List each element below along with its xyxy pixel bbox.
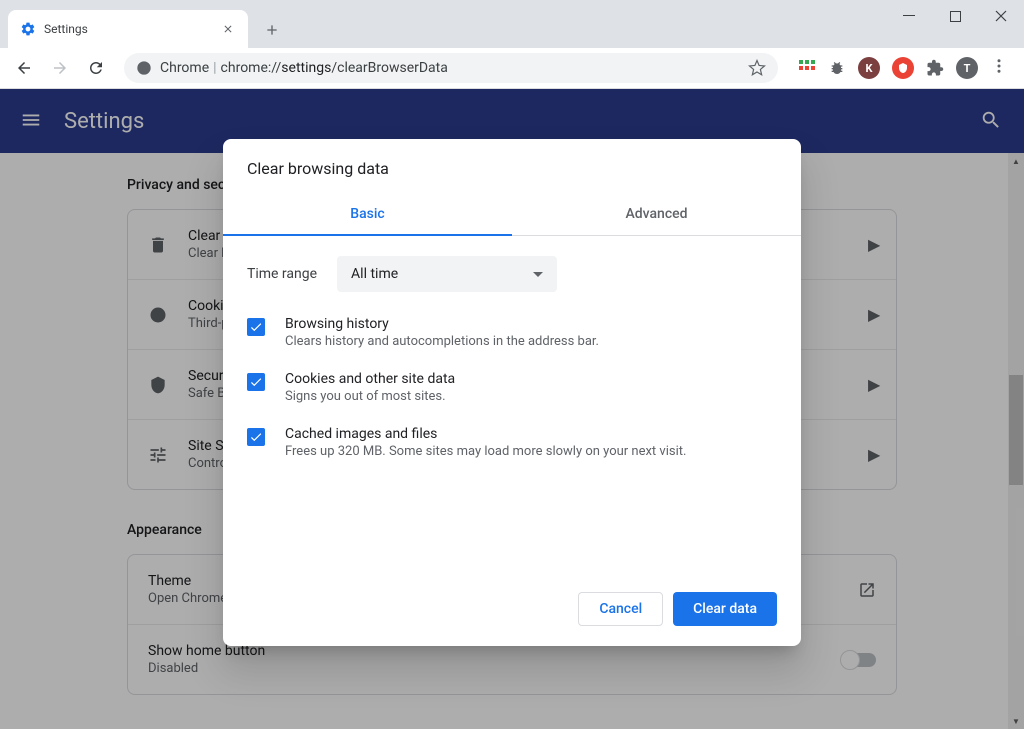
time-range-row: Time range All time <box>247 256 777 292</box>
omnibox-text: Chrome|chrome://settings/clearBrowserDat… <box>160 60 448 76</box>
time-range-label: Time range <box>247 266 317 282</box>
dialog-actions: Cancel Clear data <box>223 576 801 646</box>
clear-data-dialog: Clear browsing data Basic Advanced Time … <box>223 139 801 646</box>
dialog-title: Clear browsing data <box>223 139 801 194</box>
check-cache: Cached images and filesFrees up 320 MB. … <box>247 426 777 459</box>
browser-toolbar: Chrome|chrome://settings/clearBrowserDat… <box>0 48 1024 89</box>
extension-bug-icon[interactable] <box>828 59 846 77</box>
dropdown-arrow-icon <box>533 272 543 277</box>
window-controls <box>886 0 1024 48</box>
browser-titlebar: Settings <box>0 0 1024 48</box>
check-cookies: Cookies and other site dataSigns you out… <box>247 371 777 404</box>
check-browsing-history: Browsing historyClears history and autoc… <box>247 316 777 349</box>
cancel-button[interactable]: Cancel <box>578 592 663 626</box>
extension-k-icon[interactable]: K <box>858 57 880 79</box>
bookmark-star-icon[interactable] <box>748 59 766 77</box>
back-button[interactable] <box>8 52 40 84</box>
checkbox-cookies[interactable] <box>247 373 265 391</box>
settings-page: Settings Privacy and security Clear brow… <box>0 89 1024 729</box>
browser-menu-button[interactable] <box>990 57 1016 79</box>
extension-ublock-icon[interactable] <box>892 57 914 79</box>
profile-avatar[interactable]: T <box>956 57 978 79</box>
tab-advanced[interactable]: Advanced <box>512 194 801 235</box>
window-close-icon[interactable] <box>978 0 1024 32</box>
dialog-body: Time range All time Browsing historyClea… <box>223 236 801 576</box>
dialog-tabs: Basic Advanced <box>223 194 801 236</box>
settings-gear-icon <box>20 21 36 37</box>
window-minimize-icon[interactable] <box>886 0 932 32</box>
tab-basic[interactable]: Basic <box>223 194 512 236</box>
forward-button[interactable] <box>44 52 76 84</box>
new-tab-button[interactable] <box>258 16 286 44</box>
extensions-puzzle-icon[interactable] <box>926 59 944 77</box>
tab-title: Settings <box>44 22 212 36</box>
tab-close-icon[interactable] <box>220 21 236 37</box>
time-range-select[interactable]: All time <box>337 256 557 292</box>
extension-grid-icon[interactable] <box>798 59 816 77</box>
browser-tab[interactable]: Settings <box>8 10 248 48</box>
chrome-icon <box>136 60 152 76</box>
extension-icons: K T <box>790 57 986 79</box>
checkbox-cache[interactable] <box>247 428 265 446</box>
address-bar[interactable]: Chrome|chrome://settings/clearBrowserDat… <box>124 53 778 83</box>
checkbox-browsing-history[interactable] <box>247 318 265 336</box>
reload-button[interactable] <box>80 52 112 84</box>
clear-data-button[interactable]: Clear data <box>673 592 777 626</box>
window-maximize-icon[interactable] <box>932 0 978 32</box>
